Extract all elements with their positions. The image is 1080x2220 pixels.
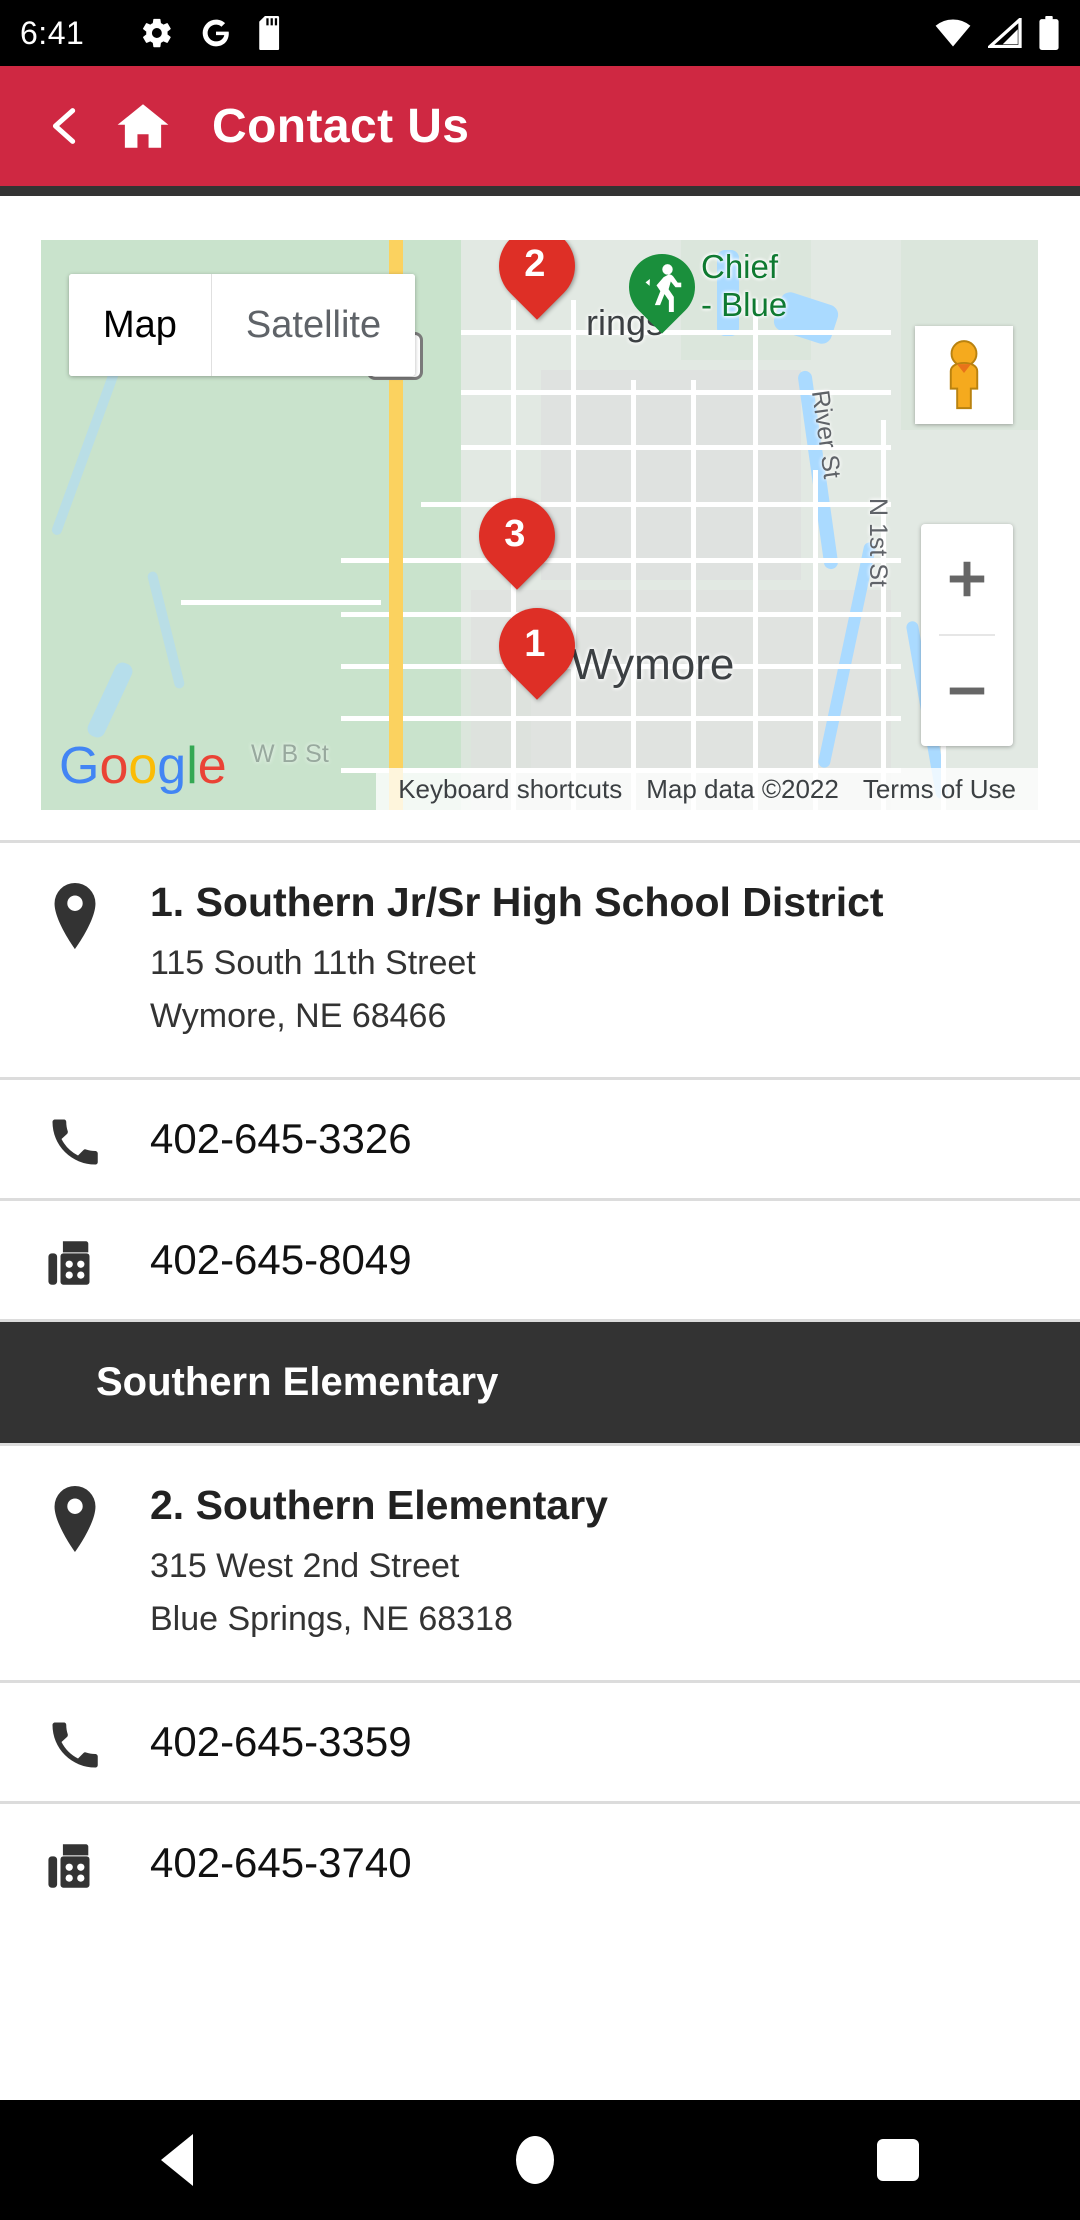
- app-bar-divider: [0, 186, 1080, 196]
- map-type-map-tab[interactable]: Map: [69, 274, 212, 376]
- page-title: Contact Us: [212, 99, 470, 153]
- section-header-southern-elementary: Southern Elementary: [0, 1322, 1080, 1443]
- gear-icon: [143, 18, 172, 48]
- location-title: 1. Southern Jr/Sr High School District: [150, 879, 884, 925]
- status-bar-left: 6:41: [20, 15, 934, 52]
- map-street-label-w-b-st: W B St: [251, 740, 329, 768]
- chevron-left-icon[interactable]: [42, 97, 88, 155]
- map-trail-label: Chief - Blue: [701, 248, 787, 324]
- fax-number[interactable]: 402-645-3740: [150, 1833, 412, 1893]
- home-circle-icon[interactable]: [515, 2136, 554, 2184]
- list-item-fax[interactable]: 402-645-8049: [0, 1201, 1080, 1319]
- location-details: 1. Southern Jr/Sr High School District 1…: [150, 877, 1080, 1043]
- fax-icon: [0, 1830, 150, 1896]
- battery-icon: [1039, 16, 1059, 50]
- app-screen: 6:41 Contact Us rings Wymore River St N …: [0, 0, 1080, 2220]
- hiking-trail-icon[interactable]: [615, 240, 709, 334]
- google-map[interactable]: 77 rings Wymore River St N 1st St W B St…: [41, 240, 1038, 810]
- location-address-line2: Blue Springs, NE 68318: [150, 1600, 513, 1638]
- android-nav-bar: [0, 2100, 1080, 2220]
- keyboard-shortcuts-link[interactable]: Keyboard shortcuts: [386, 774, 634, 805]
- home-icon[interactable]: [114, 97, 172, 155]
- trail-label-line1: Chief: [701, 248, 779, 285]
- list-item-location[interactable]: 1. Southern Jr/Sr High School District 1…: [0, 843, 1080, 1077]
- list-item-phone[interactable]: 402-645-3359: [0, 1683, 1080, 1801]
- list-item-phone[interactable]: 402-645-3326: [0, 1080, 1080, 1198]
- location-title: 2. Southern Elementary: [150, 1482, 608, 1528]
- google-logo: Google: [59, 737, 227, 795]
- fax-icon: [0, 1227, 150, 1293]
- fax-number[interactable]: 402-645-8049: [150, 1230, 412, 1290]
- location-details: 2. Southern Elementary 315 West 2nd Stre…: [150, 1480, 1080, 1646]
- map-marker-2-label: 2: [524, 242, 546, 285]
- app-bar: Contact Us: [0, 66, 1080, 186]
- map-pin-icon: [0, 1480, 150, 1646]
- status-bar: 6:41: [0, 0, 1080, 66]
- zoom-out-button[interactable]: [921, 636, 1013, 746]
- recents-square-icon[interactable]: [876, 2139, 919, 2181]
- map-type-satellite-tab[interactable]: Satellite: [211, 274, 416, 376]
- back-triangle-icon[interactable]: [161, 2134, 194, 2186]
- trail-label-line2: - Blue: [701, 286, 788, 323]
- list-item-fax[interactable]: 402-645-3740: [0, 1804, 1080, 1922]
- map-pin-icon: [0, 877, 150, 1043]
- terms-of-use-link[interactable]: Terms of Use: [851, 774, 1028, 805]
- status-bar-clock: 6:41: [20, 14, 85, 51]
- list-item-location[interactable]: 2. Southern Elementary 315 West 2nd Stre…: [0, 1446, 1080, 1680]
- cell-signal-icon: [988, 18, 1022, 48]
- location-address-line1: 315 West 2nd Street: [150, 1547, 460, 1585]
- map-marker-1-label: 1: [524, 622, 546, 665]
- phone-icon: [0, 1709, 150, 1775]
- map-zoom-controls[interactable]: [921, 524, 1013, 746]
- map-attribution: Keyboard shortcuts Map data ©2022 Terms …: [376, 768, 1038, 810]
- map-type-toggle[interactable]: Map Satellite: [69, 274, 416, 376]
- map-street-label-n-1st-st: N 1st St: [864, 498, 892, 587]
- zoom-in-button[interactable]: [921, 524, 1013, 634]
- location-address-line2: Wymore, NE 68466: [150, 997, 447, 1035]
- phone-icon: [0, 1106, 150, 1172]
- status-bar-right: [934, 16, 1060, 50]
- wifi-icon: [935, 19, 971, 47]
- phone-number[interactable]: 402-645-3359: [150, 1712, 412, 1772]
- phone-number[interactable]: 402-645-3326: [150, 1109, 412, 1169]
- sd-card-icon: [259, 16, 280, 50]
- map-marker-3-label: 3: [504, 512, 526, 555]
- location-address-line1: 115 South 11th Street: [150, 944, 476, 982]
- map-data-copyright: Map data ©2022: [646, 773, 839, 804]
- street-view-pegman-icon[interactable]: [915, 326, 1013, 424]
- google-g-icon: [202, 19, 230, 47]
- map-container: 77 rings Wymore River St N 1st St W B St…: [0, 196, 1080, 810]
- map-place-label-wymore: Wymore: [571, 640, 735, 689]
